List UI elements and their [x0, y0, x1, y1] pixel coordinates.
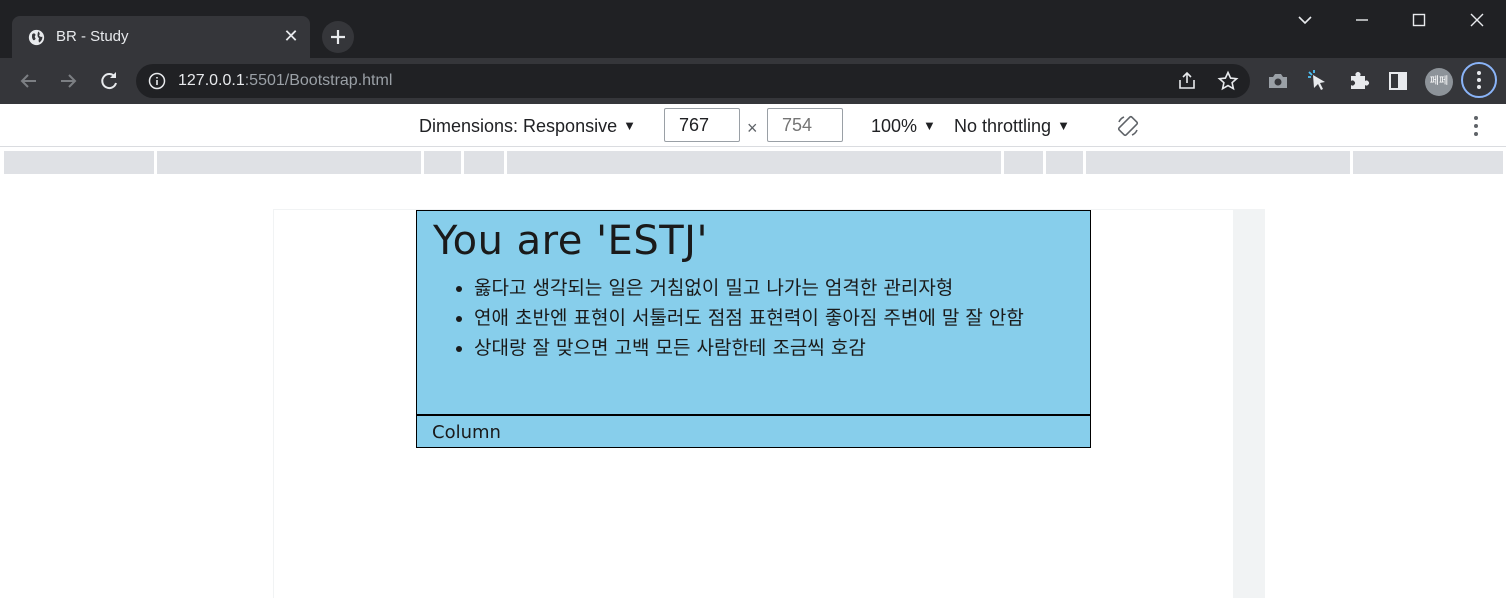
media-query-segment[interactable] — [464, 151, 504, 174]
zoom-dropdown[interactable]: 100% ▼ — [871, 116, 936, 137]
minimize-icon[interactable] — [1348, 6, 1376, 34]
list-item: 옳다고 생각되는 일은 거침없이 밀고 나가는 엄격한 관리자형 — [474, 273, 1074, 303]
tab-title: BR - Study — [56, 28, 129, 45]
media-query-segment[interactable] — [1086, 151, 1350, 174]
reload-icon[interactable] — [95, 67, 123, 95]
url-text[interactable]: 127.0.0.1:5501/Bootstrap.html — [178, 72, 392, 90]
list-item: 연애 초반엔 표현이 서툴러도 점점 표현력이 좋아짐 주변에 말 잘 안함 — [474, 303, 1074, 333]
media-query-segment[interactable] — [1353, 151, 1503, 174]
puzzle-extensions-icon[interactable] — [1344, 67, 1372, 95]
close-tab-icon[interactable]: ✕ — [280, 26, 302, 48]
throttle-label: No throttling — [954, 116, 1052, 136]
trait-list: 옳다고 생각되는 일은 거침없이 밀고 나가는 엄격한 관리자형 연애 초반엔 … — [433, 273, 1074, 363]
media-query-segment[interactable] — [4, 151, 154, 174]
column-footer: Column — [417, 414, 1090, 447]
maximize-icon[interactable] — [1405, 6, 1433, 34]
list-item: 상대랑 잘 맞으면 고백 모든 사람한테 조금씩 호감 — [474, 333, 1074, 363]
new-tab-button[interactable] — [322, 21, 354, 53]
dropdown-caret-icon: ▼ — [923, 118, 936, 133]
address-bar[interactable]: 127.0.0.1:5501/Bootstrap.html — [136, 64, 1250, 98]
cursor-extension-icon[interactable] — [1304, 67, 1332, 95]
media-query-segment[interactable] — [1004, 151, 1043, 174]
browser-tab[interactable]: BR - Study ✕ — [12, 16, 310, 58]
throttling-dropdown[interactable]: No throttling ▼ — [954, 116, 1070, 137]
browser-window: BR - Study ✕ 127.0.0.1:5501/Bootstrap.ht… — [0, 0, 1506, 598]
times-icon: × — [747, 118, 758, 138]
camera-icon[interactable] — [1264, 67, 1292, 95]
rotate-icon[interactable] — [1116, 114, 1140, 138]
emulated-page: You are 'ESTJ' 옳다고 생각되는 일은 거침없이 밀고 나가는 엄… — [274, 210, 1233, 598]
page-heading: You are 'ESTJ' — [433, 218, 708, 264]
zoom-label: 100% — [871, 116, 918, 136]
dimensions-label: Dimensions: Responsive — [419, 116, 618, 136]
bookmark-star-icon[interactable] — [1217, 70, 1239, 92]
tab-search-chevron-icon[interactable] — [1291, 6, 1319, 34]
dropdown-caret-icon: ▼ — [623, 118, 636, 133]
side-panel-icon[interactable] — [1384, 67, 1412, 95]
back-arrow-icon[interactable] — [15, 67, 43, 95]
url-path: :5501/Bootstrap.html — [244, 72, 393, 89]
media-query-segment[interactable] — [1046, 151, 1083, 174]
width-input[interactable] — [664, 108, 740, 142]
share-icon[interactable] — [1176, 70, 1198, 92]
plus-icon — [331, 30, 345, 44]
height-input[interactable] — [767, 108, 843, 142]
forward-arrow-icon[interactable] — [54, 67, 82, 95]
globe-icon — [28, 29, 45, 46]
mbti-card: You are 'ESTJ' 옳다고 생각되는 일은 거침없이 밀고 나가는 엄… — [416, 210, 1091, 448]
kebab-menu-icon — [1477, 71, 1481, 89]
url-host: 127.0.0.1 — [178, 72, 245, 89]
more-options-icon[interactable] — [1466, 112, 1486, 140]
card-main-column: You are 'ESTJ' 옳다고 생각되는 일은 거침없이 밀고 나가는 엄… — [417, 211, 1090, 414]
browser-toolbar: 127.0.0.1:5501/Bootstrap.html 페페 — [0, 58, 1506, 104]
chrome-menu-button[interactable] — [1461, 62, 1497, 98]
media-query-segment[interactable] — [424, 151, 461, 174]
dropdown-caret-icon: ▼ — [1057, 118, 1070, 133]
close-window-icon[interactable] — [1463, 6, 1491, 34]
media-query-segment[interactable] — [507, 151, 1001, 174]
info-icon[interactable] — [148, 72, 166, 90]
tab-strip: BR - Study ✕ — [0, 0, 1506, 58]
device-toolbar: Dimensions: Responsive ▼ × 100% ▼ No throt… — [0, 104, 1506, 147]
dimensions-dropdown[interactable]: Dimensions: Responsive ▼ — [419, 116, 636, 137]
media-query-segment[interactable] — [157, 151, 421, 174]
profile-avatar[interactable]: 페페 — [1425, 68, 1453, 96]
